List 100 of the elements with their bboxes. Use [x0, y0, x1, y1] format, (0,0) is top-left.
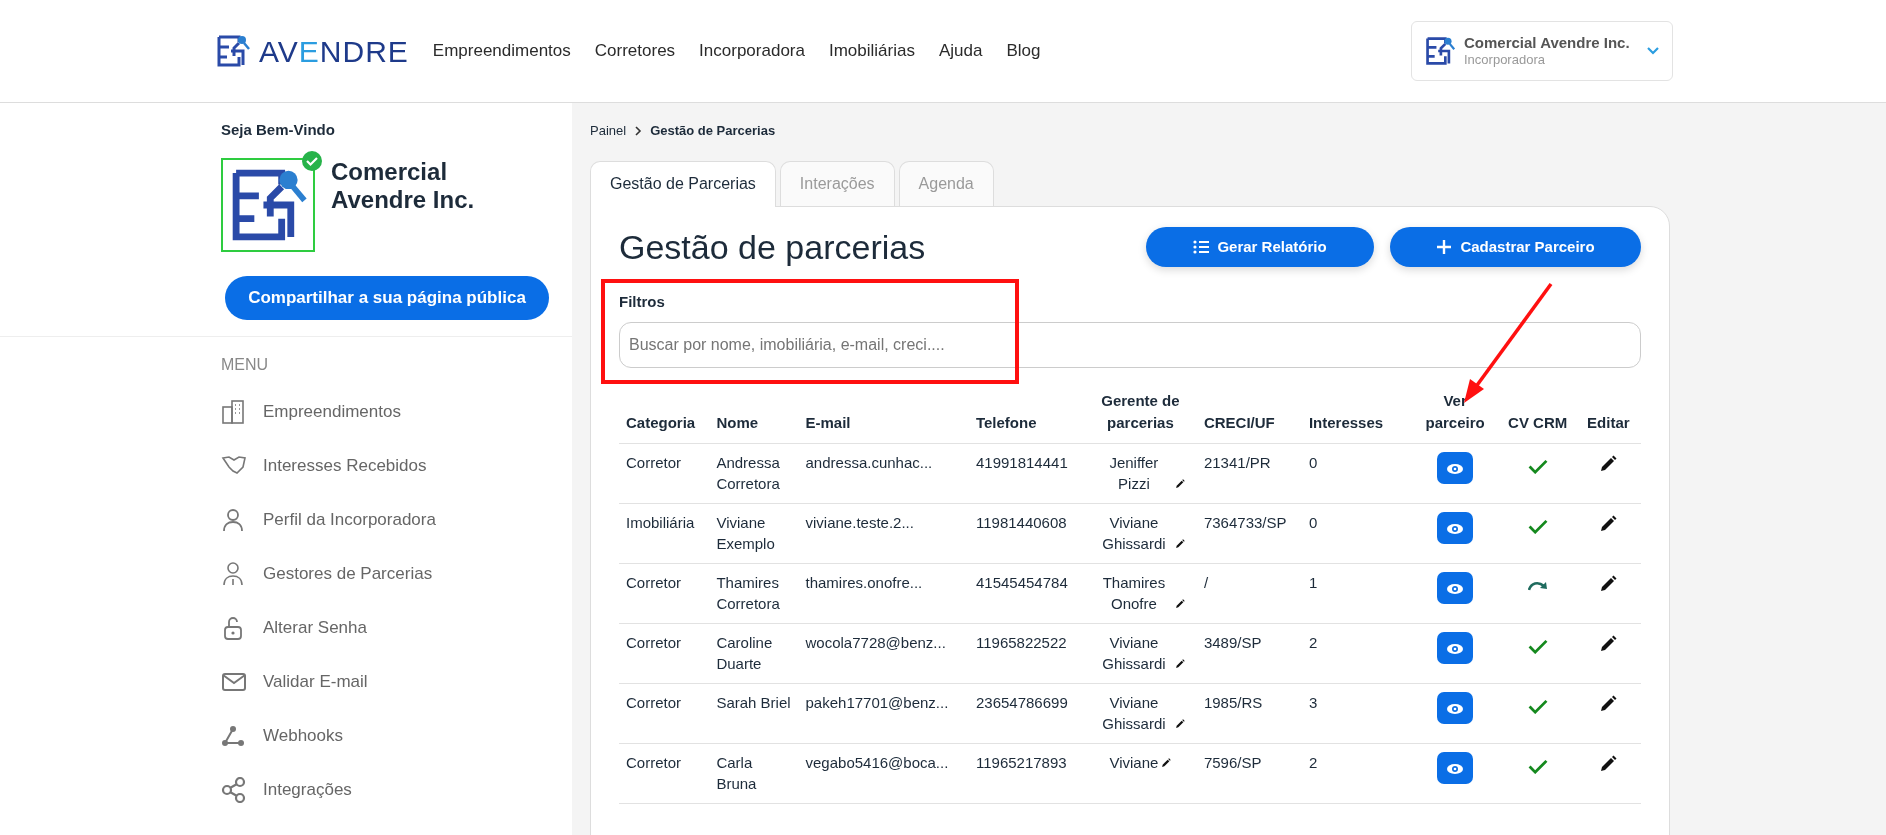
nav-link[interactable]: Empreendimentos	[432, 38, 571, 64]
logo-icon[interactable]	[215, 33, 251, 69]
table-cell: vegabo5416@boca...	[798, 743, 969, 804]
table-cell: 0	[1301, 503, 1411, 564]
view-button[interactable]	[1437, 631, 1474, 664]
table-cell: 2	[1301, 623, 1411, 684]
menu-item[interactable]: Alterar Senha	[221, 600, 572, 655]
table-cell: 2	[1301, 743, 1411, 804]
chevron-down-icon	[1646, 46, 1660, 56]
table-cell: 11965217893	[968, 743, 1084, 804]
add-partner-button[interactable]: Cadastrar Parceiro	[1390, 226, 1641, 267]
menu-item[interactable]: Validar E-mail	[221, 654, 572, 709]
table-cell: 41991814441	[968, 443, 1084, 504]
table-cell: Corretor	[619, 443, 710, 504]
table-cell: Carla Bruna	[709, 743, 799, 804]
menu-item[interactable]: Gestores de Parcerias	[221, 546, 572, 601]
table-cell: 11965822522	[968, 623, 1084, 684]
pencil-icon[interactable]	[1161, 757, 1172, 768]
tab[interactable]: Gestão de Parcerias	[590, 160, 776, 207]
table-cell: Caroline Duarte	[709, 623, 799, 684]
pencil-icon[interactable]	[1599, 454, 1618, 473]
account-menu[interactable]: Comercial Avendre Inc. Incorporadora	[1411, 21, 1673, 81]
view-button[interactable]	[1437, 571, 1474, 604]
column-header: Editar	[1575, 381, 1641, 444]
table-cell: Imobiliária	[619, 503, 710, 564]
report-button[interactable]: Gerar Relatório	[1146, 226, 1374, 267]
pencil-icon[interactable]	[1174, 478, 1185, 489]
menu-item[interactable]: Webhooks	[221, 708, 572, 763]
search-field[interactable]: Buscar por nome, imobiliária, e-mail, creci....	[619, 321, 1641, 368]
eye-icon	[1446, 523, 1465, 536]
column-header: Telefone	[968, 381, 1084, 444]
menu-item[interactable]: Empreendimentos	[221, 384, 572, 439]
table-cell: 3	[1301, 683, 1411, 744]
nav-link[interactable]: Blog	[1006, 38, 1041, 64]
breadcrumb-current: Gestão de Parcerias	[650, 122, 776, 140]
table-cell: 11981440608	[968, 503, 1084, 564]
pencil-icon[interactable]	[1174, 598, 1185, 609]
view-button[interactable]	[1437, 691, 1474, 724]
menu-item[interactable]: Perfil da Incorporadora	[221, 492, 572, 547]
column-header: Gerente de parcerias	[1083, 381, 1197, 444]
manager-name: Viviane Ghissardi	[1101, 692, 1167, 734]
table-cell: Corretor	[619, 683, 710, 744]
plus-icon	[1436, 238, 1453, 255]
pencil-icon[interactable]	[1599, 574, 1618, 593]
pencil-icon[interactable]	[1174, 538, 1185, 549]
eye-icon	[1446, 463, 1465, 476]
page-title: Gestão de parcerias	[619, 226, 926, 268]
logo-text[interactable]: AVENDRE	[259, 28, 409, 74]
nav-link[interactable]: Incorporadora	[699, 38, 805, 64]
pencil-icon[interactable]	[1599, 514, 1618, 533]
column-header: CV CRM	[1499, 381, 1576, 444]
view-button[interactable]	[1437, 511, 1474, 544]
eye-icon	[1446, 703, 1465, 716]
welcome-text: Seja Bem-Vindo	[221, 120, 336, 140]
account-name: Comercial Avendre Inc.	[1464, 33, 1631, 53]
table-cell: 7364733/SP	[1196, 503, 1302, 564]
column-header: Categoria	[619, 381, 710, 444]
company-name: Comercial Avendre Inc.	[331, 157, 476, 216]
menu-item[interactable]: Integrações	[221, 762, 572, 817]
nav-link[interactable]: Imobiliárias	[828, 38, 915, 64]
column-header: Ver parceiro	[1410, 381, 1500, 444]
chevron-right-icon	[634, 125, 643, 136]
logo-icon	[1424, 35, 1456, 67]
eye-icon	[1446, 643, 1465, 656]
share-button[interactable]: Compartilhar a sua página pública	[225, 275, 549, 320]
filter-label: Filtros	[619, 292, 666, 313]
column-header: CRECI/UF	[1196, 381, 1302, 444]
pencil-icon[interactable]	[1599, 634, 1618, 653]
table-cell: thamires.onofre...	[798, 563, 969, 624]
pencil-icon[interactable]	[1174, 718, 1185, 729]
table-cell: 21341/PR	[1196, 443, 1302, 504]
eye-icon	[1446, 583, 1465, 596]
table-cell: 7596/SP	[1196, 743, 1302, 804]
table-cell: Corretor	[619, 623, 710, 684]
manager-name: Viviane Ghissardi	[1101, 512, 1167, 554]
column-header: Interesses	[1301, 381, 1411, 444]
manager-name: Thamires Onofre	[1101, 572, 1167, 614]
table-cell: Corretor	[619, 563, 710, 624]
table-cell: andressa.cunhac...	[798, 443, 969, 504]
column-header: Nome	[709, 381, 799, 444]
table-cell: 23654786699	[968, 683, 1084, 744]
breadcrumb-link[interactable]: Painel	[590, 121, 627, 141]
table-cell: wocola7728@benz...	[798, 623, 969, 684]
table-cell: 1985/RS	[1196, 683, 1302, 744]
table-cell: 41545454784	[968, 563, 1084, 624]
table-cell: Andressa Corretora	[709, 443, 799, 504]
view-button[interactable]	[1437, 451, 1474, 484]
eye-icon	[1446, 763, 1465, 776]
view-button[interactable]	[1437, 751, 1474, 784]
manager-name: Viviane Ghissardi	[1101, 632, 1167, 674]
nav-link[interactable]: Ajuda	[938, 38, 983, 64]
nav-link[interactable]: Corretores	[594, 38, 676, 64]
menu-item[interactable]: Interesses Recebidos	[221, 438, 572, 493]
pencil-icon[interactable]	[1599, 754, 1618, 773]
table-cell: Thamires Corretora	[709, 563, 799, 624]
pencil-icon[interactable]	[1599, 694, 1618, 713]
pencil-icon[interactable]	[1174, 658, 1185, 669]
list-icon	[1193, 238, 1210, 255]
table-cell: pakeh17701@benz...	[798, 683, 969, 744]
table-cell: 0	[1301, 443, 1411, 504]
